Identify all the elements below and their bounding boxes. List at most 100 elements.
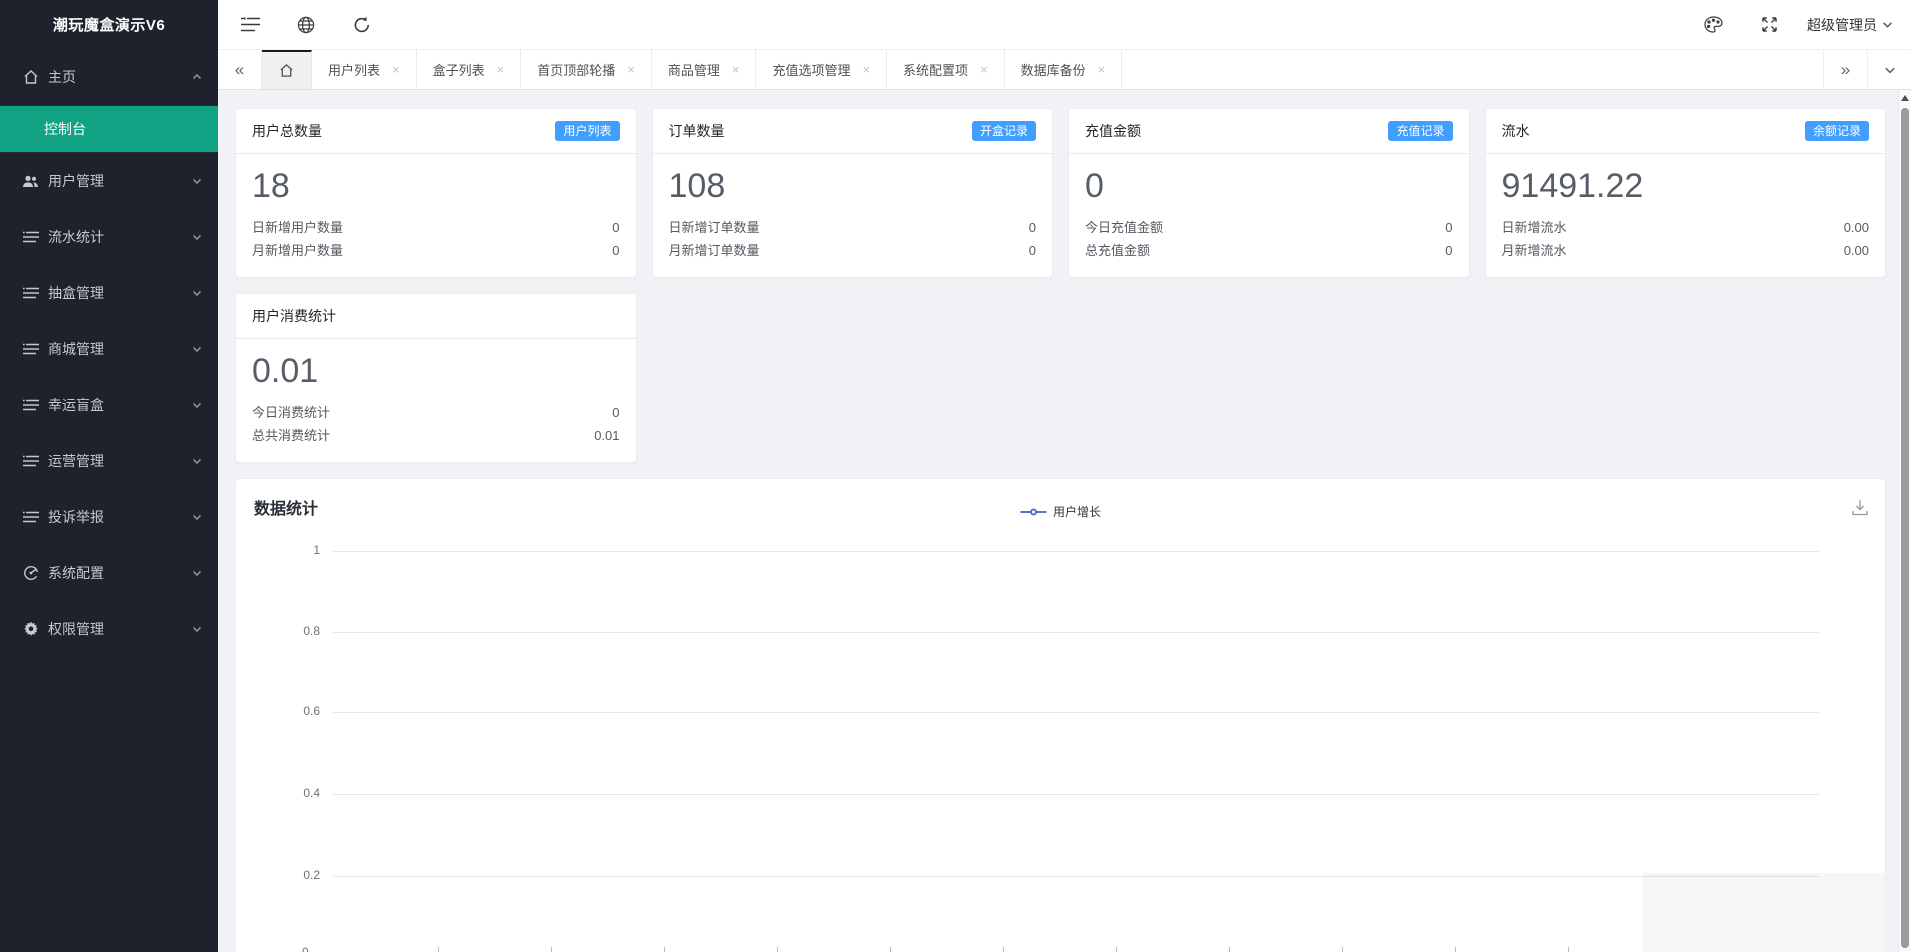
chevron-down-icon	[193, 515, 201, 520]
x-axis-tick	[890, 947, 891, 952]
sidebar-item-home[interactable]: 主页	[0, 49, 218, 105]
stat-card-recharge: 充值金额 充值记录 0 今日充值金额 0 总充值金额 0	[1068, 108, 1470, 278]
sidebar-item-mall-mgmt[interactable]: 商城管理	[0, 321, 218, 377]
close-icon[interactable]: ×	[627, 62, 635, 77]
row-value: 0.01	[594, 428, 620, 443]
sidebar-item-console[interactable]: 控制台	[0, 106, 218, 152]
palette-icon[interactable]	[1703, 15, 1723, 35]
sidebar-item-box-mgmt[interactable]: 抽盒管理	[0, 265, 218, 321]
y-axis-tick-label: 0.6	[303, 704, 320, 718]
tabs-dropdown-button[interactable]	[1867, 50, 1911, 89]
x-axis-tick	[1342, 947, 1343, 952]
sidebar-item-complaints[interactable]: 投诉举报	[0, 489, 218, 545]
sidebar-item-lucky-box[interactable]: 幸运盲盒	[0, 377, 218, 433]
list-icon	[22, 285, 39, 302]
gear-icon	[22, 621, 39, 638]
tab-recharge-options[interactable]: 充值选项管理 ×	[756, 50, 888, 89]
sidebar-item-label: 主页	[48, 69, 76, 85]
stat-card-users: 用户总数量 用户列表 18 日新增用户数量 0 月新增用户数量 0	[235, 108, 637, 278]
x-axis-tick	[777, 947, 778, 952]
close-icon[interactable]: ×	[1098, 62, 1106, 77]
row-label: 月新增订单数量	[668, 243, 760, 258]
row-label: 今日消费统计	[252, 405, 331, 420]
tab-label: 盒子列表	[432, 63, 485, 78]
tabs-scroll-right-button[interactable]: »	[1823, 50, 1867, 89]
sidebar-item-label: 用户管理	[48, 173, 104, 189]
chevron-down-icon	[1883, 22, 1892, 28]
close-icon[interactable]: ×	[862, 62, 870, 77]
sidebar-item-flow-stats[interactable]: 流水统计	[0, 209, 218, 265]
row-label: 日新增订单数量	[668, 220, 760, 235]
x-axis-tick	[551, 947, 552, 952]
badge-user-list[interactable]: 用户列表	[555, 121, 620, 141]
list-icon	[22, 341, 39, 358]
stat-cards-row: 用户总数量 用户列表 18 日新增用户数量 0 月新增用户数量 0 订单数量 开盒记…	[235, 108, 1886, 278]
y-axis-tick-label: 1	[313, 543, 320, 557]
app-logo: 潮玩魔盒演示V6	[52, 17, 166, 34]
tab-label: 系统配置项	[903, 63, 969, 78]
fullscreen-icon[interactable]	[1759, 15, 1779, 35]
close-icon[interactable]: ×	[497, 62, 505, 77]
tab-home[interactable]	[262, 50, 312, 89]
sidebar-item-permission-mgmt[interactable]: 权限管理	[0, 601, 218, 657]
sidebar-item-label: 系统配置	[48, 565, 104, 581]
vertical-scrollbar[interactable]	[1898, 90, 1911, 952]
badge-balance-records[interactable]: 余额记录	[1804, 121, 1869, 141]
x-axis-tick	[1116, 947, 1117, 952]
row-label: 月新增流水	[1501, 243, 1567, 258]
sidebar-item-label: 流水统计	[48, 229, 104, 245]
gauge-icon	[22, 565, 39, 582]
card-title: 充值金额	[1085, 123, 1141, 139]
chevron-down-icon	[1884, 67, 1895, 74]
collapse-menu-icon[interactable]	[240, 15, 260, 35]
chart-title: 数据统计	[254, 501, 319, 518]
row-label: 总共消费统计	[252, 428, 331, 443]
row-value: 0	[612, 220, 620, 235]
dashboard-content: 用户总数量 用户列表 18 日新增用户数量 0 月新增用户数量 0 订单数量 开盒记…	[218, 90, 1898, 952]
x-axis-tick	[1455, 947, 1456, 952]
y-axis-zero-label-clipped: 0	[302, 945, 309, 952]
tab-db-backup[interactable]: 数据库备份 ×	[1004, 50, 1123, 89]
close-icon[interactable]: ×	[392, 62, 400, 77]
badge-open-box-records[interactable]: 开盒记录	[971, 121, 1036, 141]
close-icon[interactable]: ×	[732, 62, 740, 77]
user-name: 超级管理员	[1807, 16, 1877, 33]
x-axis-tick	[1568, 947, 1569, 952]
card-title: 用户总数量	[252, 123, 322, 139]
gridline	[333, 551, 1819, 552]
close-icon[interactable]: ×	[980, 62, 988, 77]
save-as-image-icon[interactable]	[1851, 499, 1869, 517]
gridline	[333, 712, 1819, 713]
scrollbar-thumb[interactable]	[1901, 108, 1909, 948]
badge-recharge-records[interactable]: 充值记录	[1388, 121, 1453, 141]
tab-home-carousel[interactable]: 首页顶部轮播 ×	[521, 50, 652, 89]
scrollbar-up-arrow-icon[interactable]	[1901, 95, 1909, 101]
legend-user-growth[interactable]: 用户增长	[1019, 503, 1102, 520]
stat-card-consumption: 用户消费统计 0.01 今日消费统计 0 总共消费统计 0.01	[235, 293, 637, 463]
refresh-icon[interactable]	[352, 15, 372, 35]
tab-box-list[interactable]: 盒子列表 ×	[416, 50, 522, 89]
corner-overlay	[1642, 873, 1885, 952]
row-value: 0	[1445, 243, 1453, 258]
x-axis-tick	[438, 947, 439, 952]
user-menu[interactable]: 超级管理员	[1807, 15, 1893, 35]
tab-product-mgmt[interactable]: 商品管理 ×	[651, 50, 757, 89]
sidebar-item-system-config[interactable]: 系统配置	[0, 545, 218, 601]
card-title: 订单数量	[668, 123, 725, 139]
card-value: 18	[252, 167, 290, 205]
card-value: 0.01	[252, 352, 319, 390]
chevron-down-icon	[193, 571, 201, 576]
chevron-down-icon	[193, 235, 201, 240]
sidebar-item-operation-mgmt[interactable]: 运营管理	[0, 433, 218, 489]
globe-icon[interactable]	[296, 15, 316, 35]
list-icon	[22, 229, 39, 246]
tabs-scroll-left-button[interactable]: «	[218, 50, 262, 89]
row-value: 0	[1445, 220, 1453, 235]
tab-user-list[interactable]: 用户列表 ×	[312, 50, 417, 89]
sidebar-item-label: 商城管理	[48, 341, 104, 357]
tab-system-config-items[interactable]: 系统配置项 ×	[887, 50, 1005, 89]
y-axis-tick-label: 0.8	[303, 624, 320, 638]
legend-label: 用户增长	[1052, 505, 1102, 519]
stat-card-orders: 订单数量 开盒记录 108 日新增订单数量 0 月新增订单数量 0	[651, 108, 1053, 278]
sidebar-item-user-mgmt[interactable]: 用户管理	[0, 153, 218, 209]
